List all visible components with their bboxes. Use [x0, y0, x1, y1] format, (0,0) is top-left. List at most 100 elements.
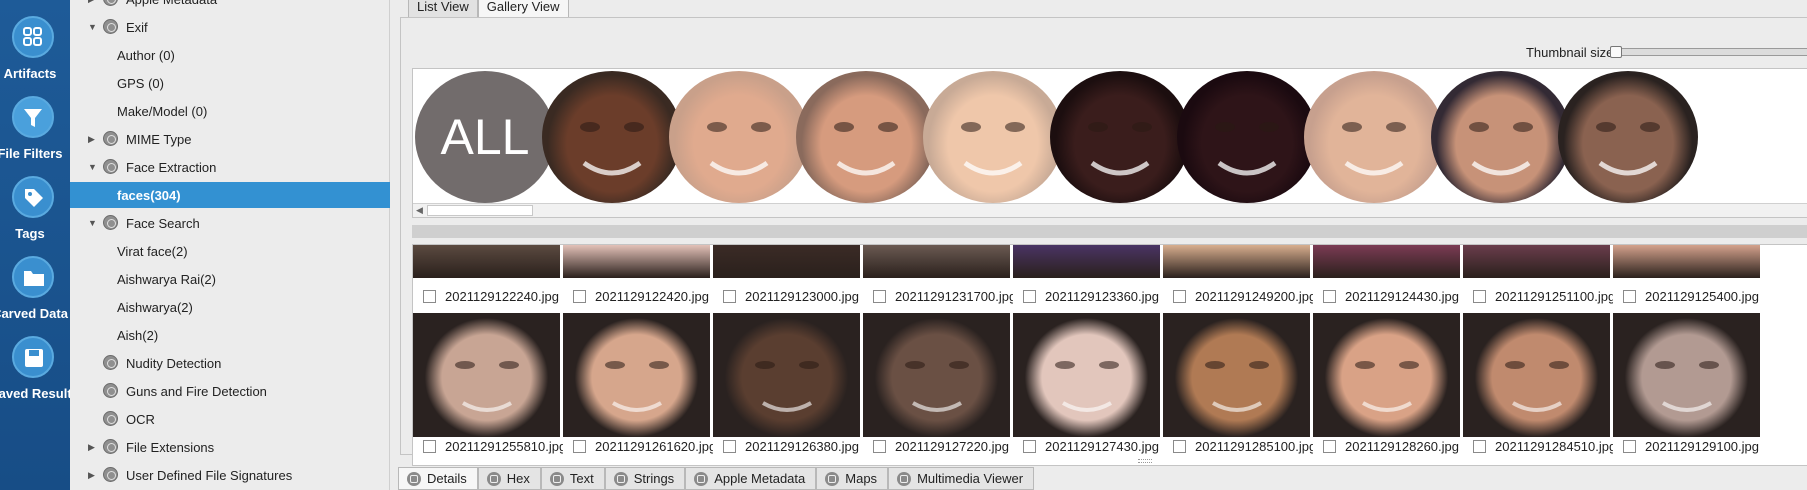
tree-item[interactable]: ▼ Face Extraction: [70, 154, 390, 180]
image-thumbnail[interactable]: [863, 313, 1010, 437]
image-thumbnail[interactable]: [1013, 313, 1160, 437]
tab-gallery-view[interactable]: Gallery View: [477, 0, 569, 18]
tree-item[interactable]: ▶ File Extensions: [70, 434, 390, 460]
tab-multimedia-viewer[interactable]: Multimedia Viewer: [888, 467, 1035, 490]
face-thumbnail[interactable]: [669, 71, 809, 203]
select-checkbox[interactable]: [1023, 439, 1036, 453]
image-thumbnail[interactable]: [413, 313, 560, 437]
tree-item-label: Author (0): [117, 48, 175, 63]
filter-node-icon: [103, 131, 118, 146]
select-checkbox[interactable]: [423, 289, 436, 303]
image-thumbnail[interactable]: [413, 245, 560, 278]
face-thumbnail[interactable]: [542, 71, 682, 203]
select-checkbox[interactable]: [1473, 289, 1486, 303]
rail-file-filters-button[interactable]: File Filters: [0, 84, 70, 162]
select-checkbox[interactable]: [1623, 439, 1636, 453]
select-checkbox[interactable]: [1173, 439, 1186, 453]
face-thumbnail[interactable]: [923, 71, 1063, 203]
image-thumbnail[interactable]: [563, 245, 710, 278]
tree-item[interactable]: ▶ MIME Type: [70, 126, 390, 152]
tree-item[interactable]: GPS (0): [70, 70, 390, 96]
tree-item[interactable]: Aishwarya Rai(2): [70, 266, 390, 292]
face-strip-scrollbar[interactable]: ◀: [413, 203, 1807, 217]
image-thumbnail[interactable]: [1313, 313, 1460, 437]
tab-details[interactable]: Details: [398, 467, 478, 490]
tab-hex[interactable]: Hex: [477, 467, 541, 490]
tree-item-label: Aish(2): [117, 328, 159, 343]
tab-strings[interactable]: Strings: [604, 467, 686, 490]
image-thumbnail[interactable]: [1013, 245, 1160, 278]
select-checkbox[interactable]: [1323, 289, 1336, 303]
face-thumbnail[interactable]: [1177, 71, 1317, 203]
tree-item[interactable]: Make/Model (0): [70, 98, 390, 124]
image-thumbnail[interactable]: [1613, 313, 1760, 437]
image-thumbnail[interactable]: [713, 245, 860, 278]
select-checkbox[interactable]: [423, 439, 436, 453]
tab-apple-metadata[interactable]: Apple Metadata: [685, 467, 817, 490]
face-thumbnail[interactable]: [796, 71, 936, 203]
select-checkbox[interactable]: [1173, 289, 1186, 303]
rail-artifacts-button[interactable]: Artifacts: [0, 4, 70, 82]
tree-item[interactable]: ▶ Apple Metadata: [70, 0, 390, 12]
tree-item[interactable]: Virat face(2): [70, 238, 390, 264]
chevron-right-icon[interactable]: ▶: [88, 470, 95, 481]
rail-label: Saved Result: [0, 386, 72, 401]
image-thumbnail[interactable]: [863, 245, 1010, 278]
tab-text[interactable]: Text: [540, 467, 605, 490]
face-all-button[interactable]: ALL: [415, 71, 555, 203]
chevron-down-icon[interactable]: ▼: [88, 162, 97, 172]
image-thumbnail[interactable]: [1463, 313, 1610, 437]
select-checkbox[interactable]: [723, 289, 736, 303]
tab-list-view[interactable]: List View: [408, 0, 478, 18]
select-checkbox[interactable]: [1473, 439, 1486, 453]
select-checkbox[interactable]: [723, 439, 736, 453]
rail-carved-data-button[interactable]: Carved Data: [0, 244, 70, 322]
splitter-bar[interactable]: [412, 225, 1807, 238]
select-checkbox[interactable]: [873, 289, 886, 303]
select-checkbox[interactable]: [873, 439, 886, 453]
tree-item[interactable]: faces(304): [70, 182, 390, 208]
multimedia-icon: [897, 471, 912, 486]
select-checkbox[interactable]: [573, 439, 586, 453]
image-thumbnail[interactable]: [1163, 313, 1310, 437]
chevron-right-icon[interactable]: ▶: [88, 0, 95, 5]
scroll-thumb[interactable]: [427, 205, 533, 216]
image-thumbnail[interactable]: [713, 313, 860, 437]
select-checkbox[interactable]: [573, 289, 586, 303]
tree-item[interactable]: ▶ User Defined File Signatures: [70, 462, 390, 488]
tree-item[interactable]: Nudity Detection: [70, 350, 390, 376]
tree-item[interactable]: ▼ Exif: [70, 14, 390, 40]
select-checkbox[interactable]: [1023, 289, 1036, 303]
face-thumbnail[interactable]: [1431, 71, 1571, 203]
image-thumbnail[interactable]: [1463, 245, 1610, 278]
tree-item[interactable]: Aish(2): [70, 322, 390, 348]
image-thumbnail[interactable]: [1163, 245, 1310, 278]
file-name: 2021129123000.jpg: [745, 288, 859, 304]
rail-saved-result-button[interactable]: Saved Result: [0, 324, 72, 402]
tree-item[interactable]: OCR: [70, 406, 390, 432]
face-thumbnail[interactable]: [1304, 71, 1444, 203]
chevron-right-icon[interactable]: ▶: [88, 442, 95, 453]
splitter-grip[interactable]: [1138, 459, 1152, 463]
face-thumbnail[interactable]: [1558, 71, 1698, 203]
tree-item[interactable]: Guns and Fire Detection: [70, 378, 390, 404]
slider-knob[interactable]: [1610, 46, 1622, 58]
chevron-down-icon[interactable]: ▼: [88, 22, 97, 32]
tree-item[interactable]: Aishwarya(2): [70, 294, 390, 320]
chevron-right-icon[interactable]: ▶: [88, 134, 95, 145]
chevron-down-icon[interactable]: ▼: [88, 218, 97, 228]
select-checkbox[interactable]: [1623, 289, 1636, 303]
image-thumbnail[interactable]: [563, 313, 710, 437]
image-thumbnail[interactable]: [1313, 245, 1460, 278]
select-checkbox[interactable]: [1323, 439, 1336, 453]
face-thumbnail[interactable]: [1050, 71, 1190, 203]
tree-item[interactable]: Author (0): [70, 42, 390, 68]
rail-tags-button[interactable]: Tags: [0, 164, 70, 242]
thumbnail-size-slider[interactable]: [1610, 46, 1807, 58]
grid-icon: [12, 16, 54, 58]
tree-item[interactable]: ▼ Face Search: [70, 210, 390, 236]
image-thumbnail[interactable]: [1613, 245, 1760, 278]
scroll-left-icon[interactable]: ◀: [416, 205, 423, 216]
view-tabs: List View Gallery View: [408, 0, 569, 18]
tab-maps[interactable]: Maps: [816, 467, 889, 490]
